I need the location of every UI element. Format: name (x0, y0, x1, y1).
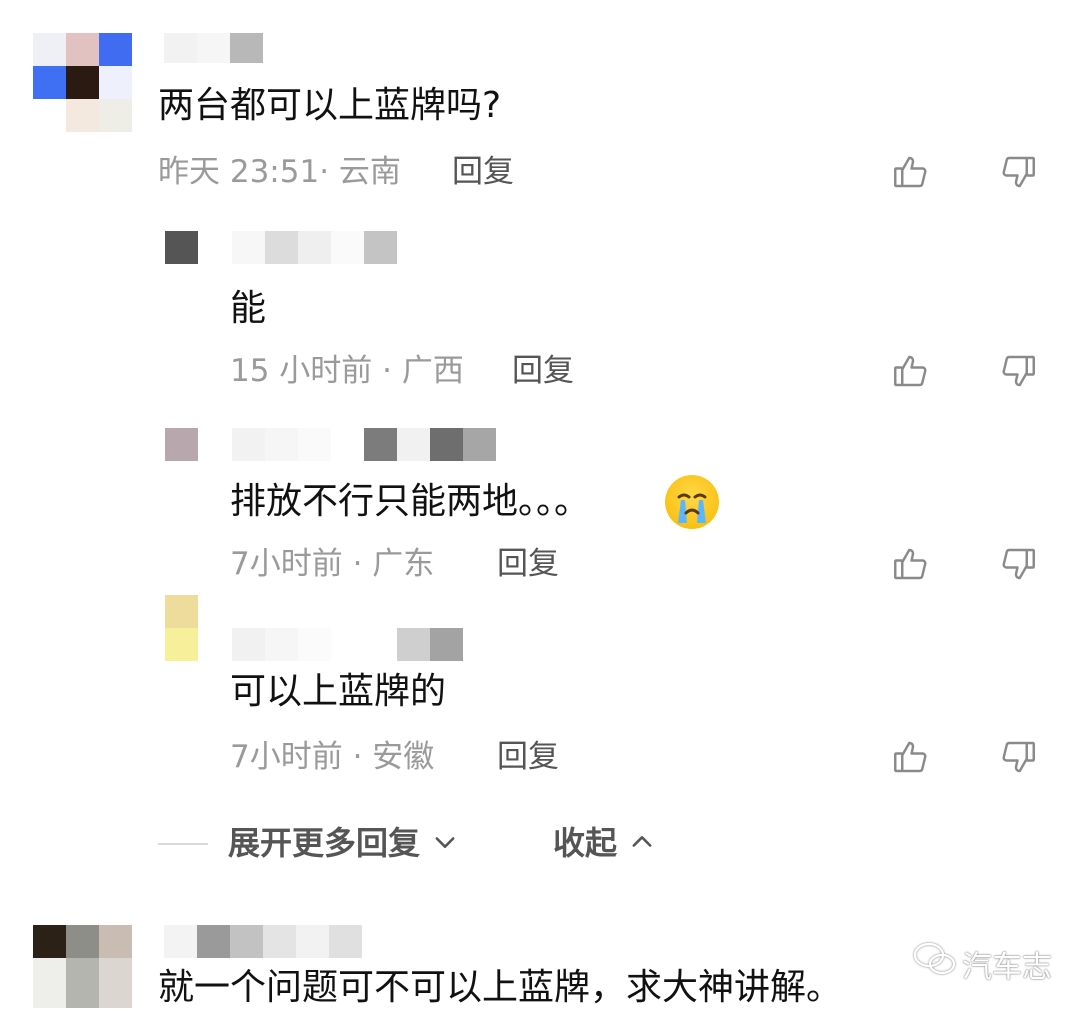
thumbs-down-icon[interactable] (997, 736, 1039, 778)
reply-button[interactable]: 回复 (497, 544, 559, 584)
avatar[interactable] (165, 428, 198, 461)
thumbs-up-icon[interactable] (890, 151, 932, 193)
reply-button[interactable]: 回复 (452, 152, 514, 192)
expand-more-replies-button[interactable]: 展开更多回复 (228, 823, 459, 865)
comment-text: 能 (230, 288, 267, 329)
thumbs-down-icon[interactable] (997, 543, 1039, 585)
comment-text: 排放不行只能两地。。。 (230, 481, 591, 522)
divider-line (158, 843, 208, 845)
thumbs-up-icon[interactable] (890, 736, 932, 778)
reply-button[interactable]: 回复 (497, 737, 559, 777)
avatar[interactable] (33, 33, 132, 132)
thumbs-down-icon[interactable] (997, 151, 1039, 193)
comment-meta: 15 小时前 · 广西 (230, 353, 464, 389)
collapse-button[interactable]: 收起 (553, 823, 656, 865)
comment-text: 可以上蓝牌的 (230, 671, 447, 712)
thumbs-up-icon[interactable] (890, 543, 932, 585)
comment-meta: 7小时前 · 安徽 (230, 739, 435, 775)
avatar[interactable] (165, 231, 198, 264)
chevron-up-icon (628, 825, 656, 865)
username-blurred[interactable] (232, 231, 398, 264)
username-blurred[interactable] (232, 628, 463, 661)
comment-meta: 7小时前 · 广东 (230, 546, 435, 582)
comment-meta: 昨天 23:51· 云南 (158, 154, 401, 190)
watermark-text: 汽车志 (962, 950, 1052, 985)
comment-text: 两台都可以上蓝牌吗? (158, 85, 502, 126)
username-blurred[interactable] (164, 925, 362, 958)
chevron-down-icon (431, 825, 459, 865)
username-blurred[interactable] (164, 33, 264, 63)
avatar[interactable] (165, 595, 198, 661)
username-blurred[interactable] (232, 428, 496, 461)
thumbs-up-icon[interactable] (890, 350, 932, 392)
avatar[interactable] (33, 925, 132, 1008)
collapse-label: 收起 (553, 824, 618, 862)
thumbs-down-icon[interactable] (997, 350, 1039, 392)
expand-label: 展开更多回复 (228, 824, 421, 862)
wechat-logo-icon (912, 940, 958, 978)
reply-button[interactable]: 回复 (512, 351, 574, 391)
crying-face-emoji (665, 475, 719, 529)
comment-text: 就一个问题可不可以上蓝牌，求大神讲解。 (158, 967, 843, 1008)
